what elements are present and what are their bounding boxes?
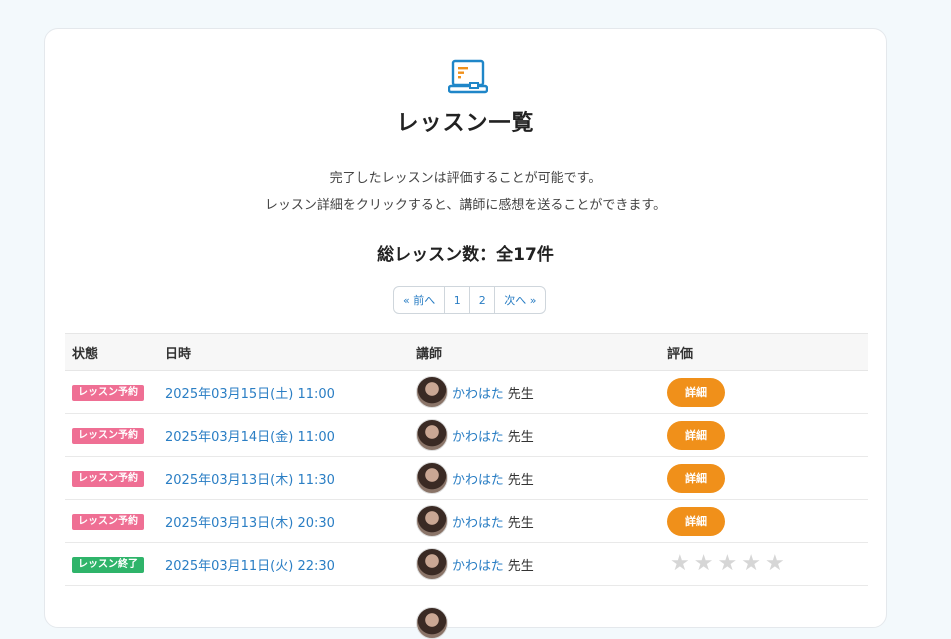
teacher-suffix: 先生 bbox=[507, 558, 534, 574]
detail-button[interactable]: 詳細 bbox=[667, 506, 725, 536]
teacher-suffix: 先生 bbox=[507, 472, 534, 488]
lesson-datetime-link[interactable]: 2025年03月14日(金) 11:00 bbox=[165, 430, 335, 445]
pagination-prev[interactable]: « 前へ bbox=[394, 287, 446, 313]
star-icon[interactable]: ★ bbox=[694, 553, 714, 575]
teacher-name-link[interactable]: かわはた bbox=[452, 469, 504, 488]
lesson-datetime-link[interactable]: 2025年03月15日(土) 11:00 bbox=[165, 387, 335, 402]
detail-button[interactable]: 詳細 bbox=[667, 463, 725, 493]
pagination: « 前へ 1 2 次へ » bbox=[393, 286, 547, 314]
lesson-table: 状態 日時 講師 評価 レッスン予約 2025年03月15日(土) 11:00 … bbox=[65, 333, 868, 639]
teacher-name-link[interactable]: かわはた bbox=[452, 426, 504, 445]
status-badge: レッスン終了 bbox=[72, 556, 144, 573]
description-line-2: レッスン詳細をクリックすると、講師に感想を送ることができます。 bbox=[264, 198, 667, 213]
status-badge: レッスン予約 bbox=[72, 513, 144, 530]
pagination-page-1[interactable]: 1 bbox=[445, 287, 471, 313]
teacher-avatar[interactable] bbox=[416, 376, 448, 408]
teacher-name-link[interactable]: かわはた bbox=[452, 555, 504, 574]
laptop-icon bbox=[448, 59, 488, 94]
page-title: レッスン一覧 bbox=[396, 111, 535, 136]
table-row bbox=[65, 586, 868, 639]
teacher-suffix: 先生 bbox=[507, 386, 534, 402]
teacher-avatar[interactable] bbox=[416, 505, 448, 537]
detail-button[interactable]: 詳細 bbox=[667, 420, 725, 450]
header-datetime: 日時 bbox=[165, 346, 192, 362]
teacher-avatar[interactable] bbox=[416, 607, 448, 639]
status-badge: レッスン予約 bbox=[72, 470, 144, 487]
header-teacher: 講師 bbox=[416, 346, 443, 362]
star-icon[interactable]: ★ bbox=[741, 553, 761, 575]
detail-button[interactable]: 詳細 bbox=[667, 377, 725, 407]
rating-stars: ★ ★ ★ ★ ★ bbox=[670, 553, 785, 575]
teacher-suffix: 先生 bbox=[507, 515, 534, 531]
lesson-datetime-link[interactable]: 2025年03月13日(木) 11:30 bbox=[165, 473, 335, 488]
teacher-name-link[interactable]: かわはた bbox=[452, 512, 504, 531]
teacher-suffix: 先生 bbox=[507, 429, 534, 445]
table-row: レッスン予約 2025年03月13日(木) 11:30 かわはた 先生 詳細 bbox=[65, 457, 868, 500]
star-icon[interactable]: ★ bbox=[717, 553, 737, 575]
table-row: レッスン予約 2025年03月14日(金) 11:00 かわはた 先生 詳細 bbox=[65, 414, 868, 457]
lesson-datetime-link[interactable]: 2025年03月11日(火) 22:30 bbox=[165, 559, 335, 574]
teacher-name-link[interactable]: かわはた bbox=[452, 383, 504, 402]
status-badge: レッスン予約 bbox=[72, 427, 144, 444]
header-rating: 評価 bbox=[667, 346, 694, 362]
table-header: 状態 日時 講師 評価 bbox=[65, 333, 868, 371]
table-row: レッスン予約 2025年03月15日(土) 11:00 かわはた 先生 詳細 bbox=[65, 371, 868, 414]
lesson-list-card: レッスン一覧 完了したレッスンは評価することが可能です。 レッスン詳細をクリック… bbox=[44, 28, 887, 639]
star-icon[interactable]: ★ bbox=[765, 553, 785, 575]
table-row: レッスン予約 2025年03月13日(木) 20:30 かわはた 先生 詳細 bbox=[65, 500, 868, 543]
total-lessons: 総レッスン数：全17件 bbox=[377, 245, 554, 265]
description-line-1: 完了したレッスンは評価することが可能です。 bbox=[329, 171, 602, 186]
teacher-avatar[interactable] bbox=[416, 462, 448, 494]
pagination-next[interactable]: 次へ » bbox=[495, 287, 545, 313]
star-icon[interactable]: ★ bbox=[670, 553, 690, 575]
lesson-datetime-link[interactable]: 2025年03月13日(木) 20:30 bbox=[165, 516, 335, 531]
status-badge: レッスン予約 bbox=[72, 384, 144, 401]
pagination-page-2[interactable]: 2 bbox=[470, 287, 496, 313]
header-status: 状態 bbox=[72, 346, 99, 362]
teacher-avatar[interactable] bbox=[416, 419, 448, 451]
